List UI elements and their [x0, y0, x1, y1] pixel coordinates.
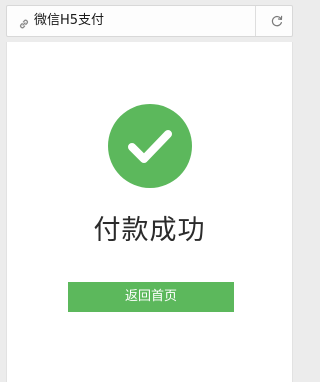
refresh-icon	[271, 15, 283, 27]
payment-result-panel: 付款成功 返回首页	[6, 42, 293, 382]
app-frame: 微信H5支付 付款成功 返回首页	[0, 0, 300, 382]
link-icon	[18, 15, 30, 29]
return-home-button[interactable]: 返回首页	[68, 282, 234, 312]
title-bar: 微信H5支付	[6, 5, 293, 37]
check-circle-icon	[108, 104, 192, 188]
refresh-button[interactable]	[256, 6, 292, 36]
payment-success-title: 付款成功	[93, 215, 206, 246]
page-title: 微信H5支付	[34, 13, 105, 28]
